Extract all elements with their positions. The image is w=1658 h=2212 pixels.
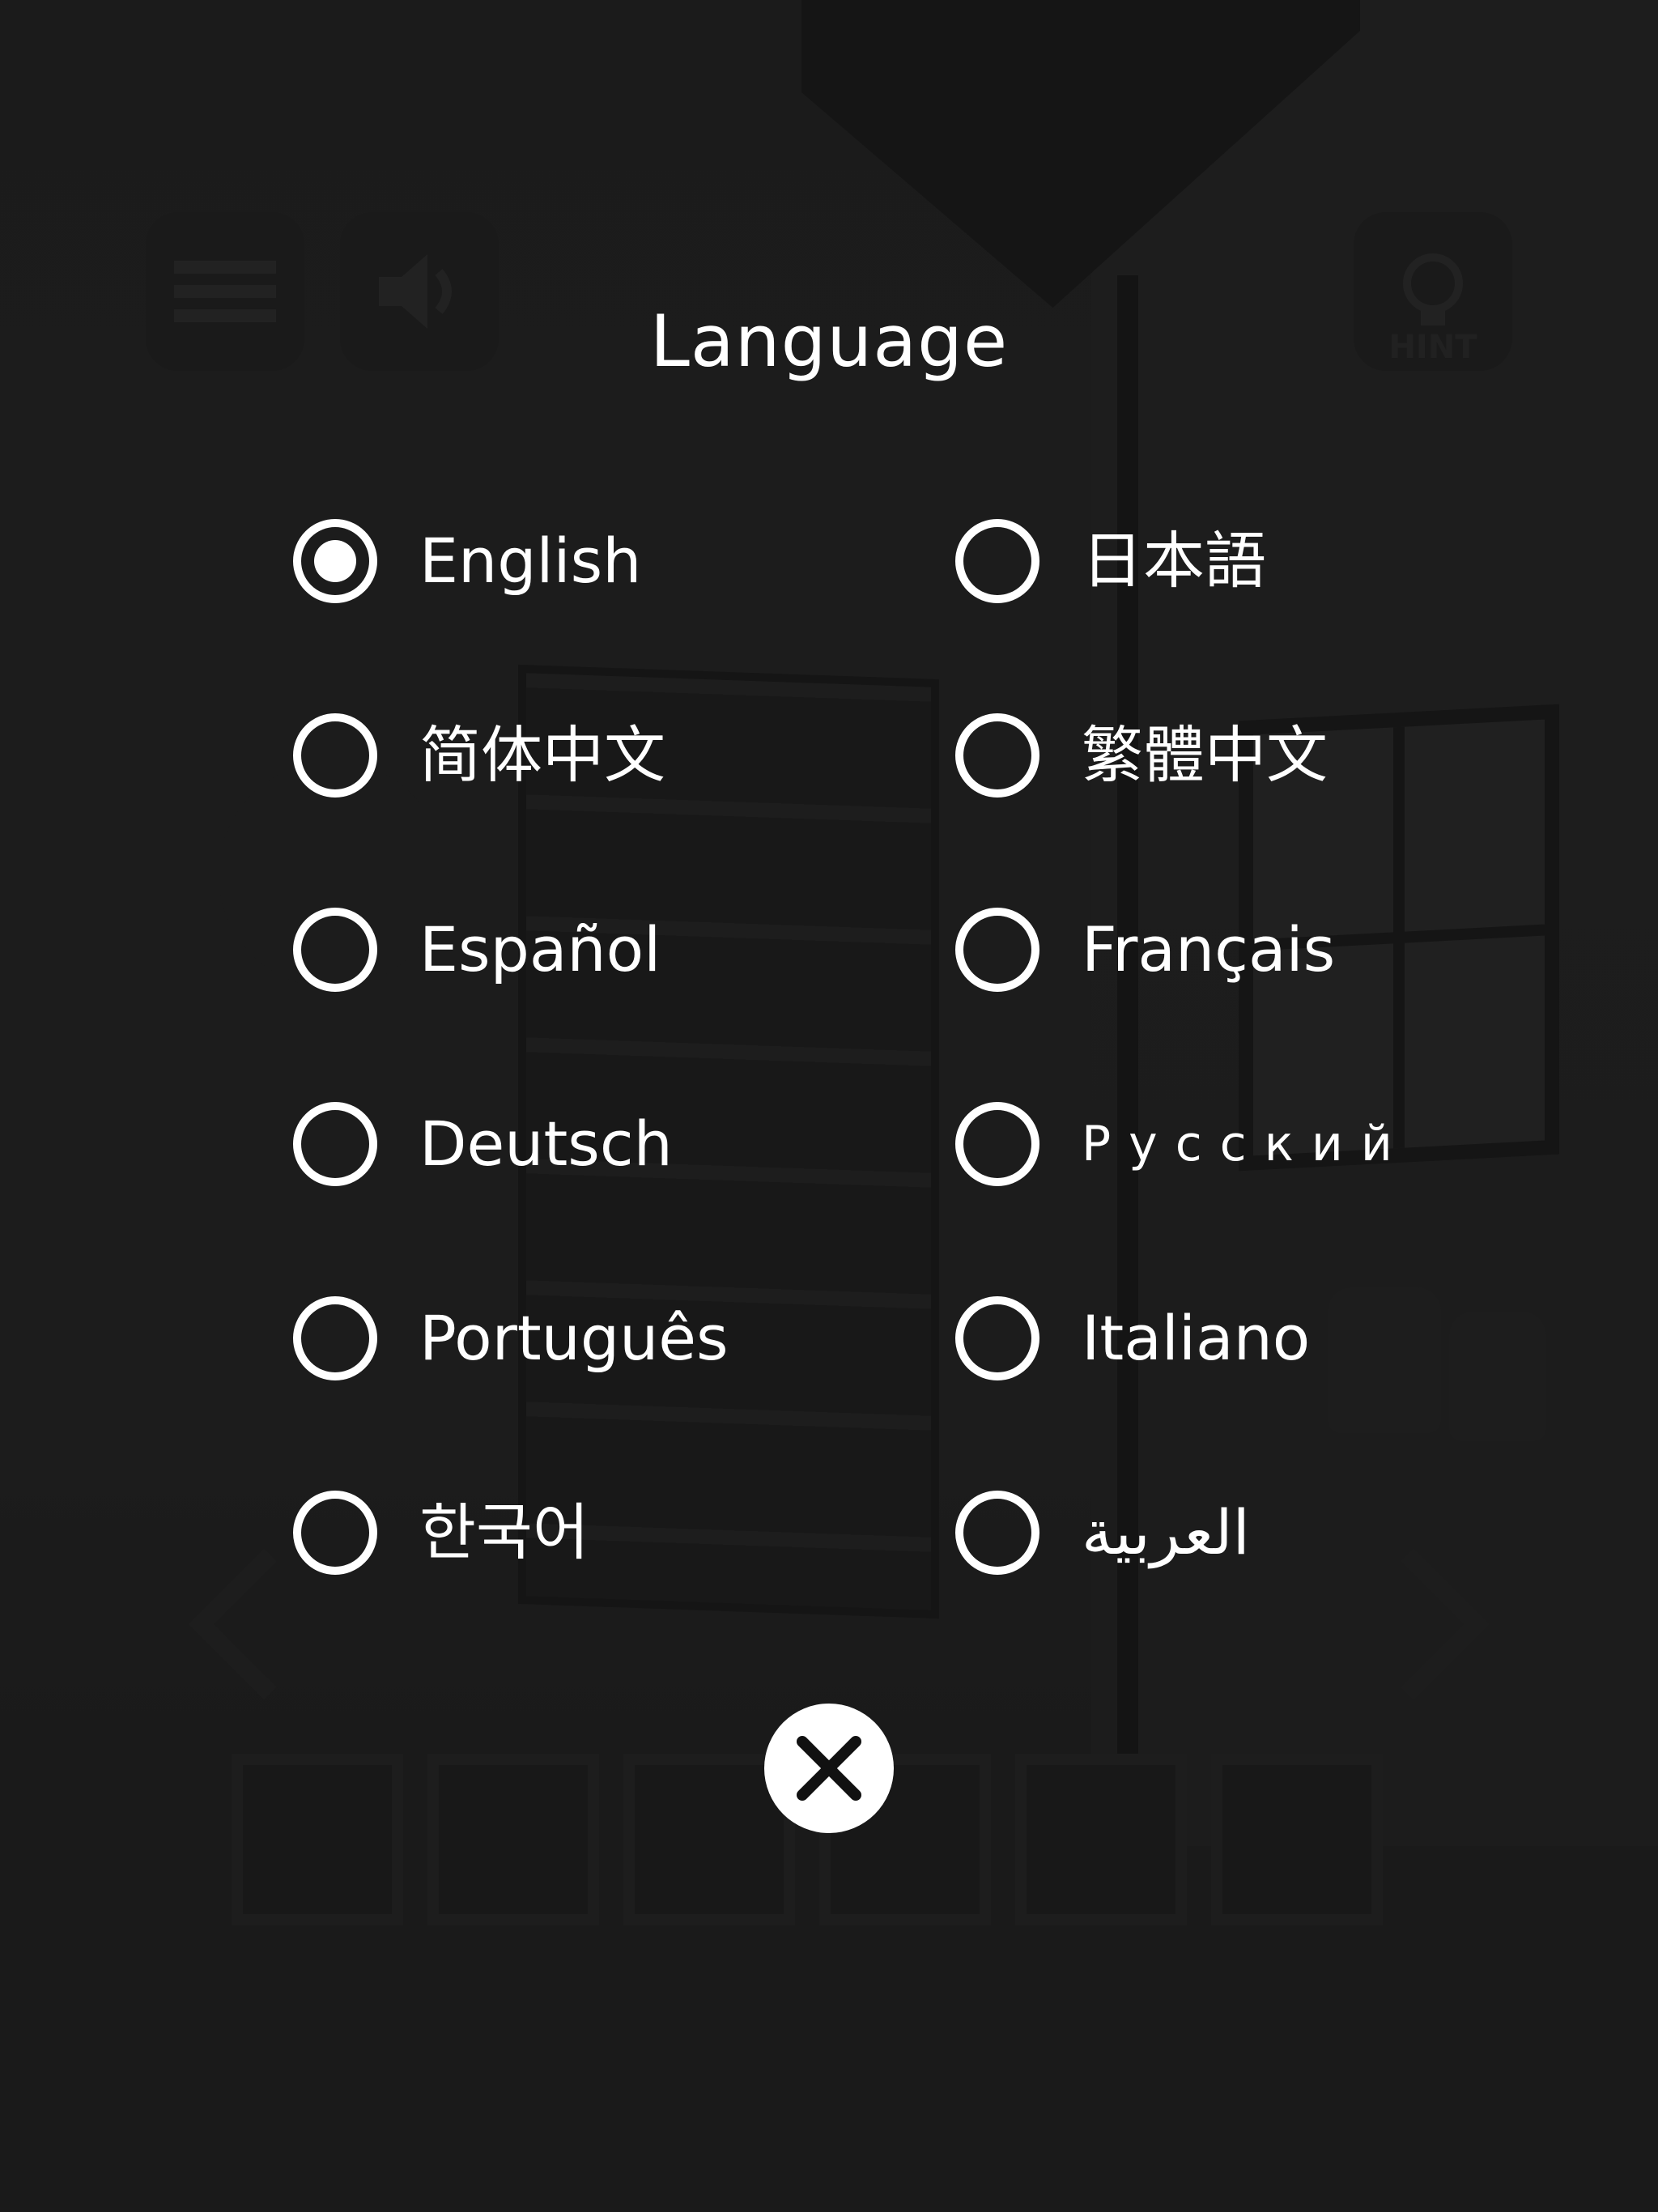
language-option-japanese[interactable]: 日本語: [955, 508, 1266, 614]
language-label: Deutsch: [419, 1108, 673, 1180]
radio-button[interactable]: [293, 908, 377, 992]
close-button[interactable]: [764, 1704, 894, 1833]
language-option-italian[interactable]: Italiano: [955, 1286, 1310, 1391]
language-label: 한국어: [419, 1496, 589, 1568]
radio-button[interactable]: [955, 1296, 1039, 1380]
close-icon: [797, 1736, 861, 1801]
language-label: Español: [419, 913, 661, 985]
language-option-english[interactable]: English: [293, 508, 641, 614]
radio-button[interactable]: [293, 519, 377, 603]
language-option-arabic[interactable]: العربية: [955, 1480, 1250, 1585]
language-label: 日本語: [1082, 525, 1266, 597]
language-option-french[interactable]: Français: [955, 897, 1335, 1002]
language-label: Русский: [1082, 1116, 1410, 1172]
language-label: 繁體中文: [1082, 719, 1328, 791]
language-label: English: [419, 525, 642, 597]
language-option-german[interactable]: Deutsch: [293, 1091, 673, 1197]
language-label: 简体中文: [419, 719, 665, 791]
language-option-russian[interactable]: Русский: [955, 1091, 1410, 1197]
radio-button[interactable]: [293, 1102, 377, 1186]
radio-button[interactable]: [293, 713, 377, 798]
language-list: English 日本語 简体中文 繁體中文 Español Français D…: [0, 0, 1658, 2212]
language-label: Português: [419, 1302, 729, 1374]
language-option-spanish[interactable]: Español: [293, 897, 661, 1002]
language-option-korean[interactable]: 한국어: [293, 1480, 589, 1585]
radio-button[interactable]: [955, 713, 1039, 798]
language-option-traditional-chinese[interactable]: 繁體中文: [955, 703, 1328, 808]
language-label: العربية: [1082, 1496, 1250, 1568]
game-screen: HINT Language English 日本語 简体中文 繁體中文 Espa…: [0, 0, 1658, 2212]
radio-button[interactable]: [955, 519, 1039, 603]
language-option-portuguese[interactable]: Português: [293, 1286, 729, 1391]
language-label: Italiano: [1082, 1302, 1311, 1374]
radio-button[interactable]: [955, 1102, 1039, 1186]
radio-button[interactable]: [293, 1491, 377, 1575]
language-option-simplified-chinese[interactable]: 简体中文: [293, 703, 665, 808]
radio-button[interactable]: [955, 1491, 1039, 1575]
language-label: Français: [1082, 913, 1336, 985]
radio-button[interactable]: [955, 908, 1039, 992]
radio-button[interactable]: [293, 1296, 377, 1380]
